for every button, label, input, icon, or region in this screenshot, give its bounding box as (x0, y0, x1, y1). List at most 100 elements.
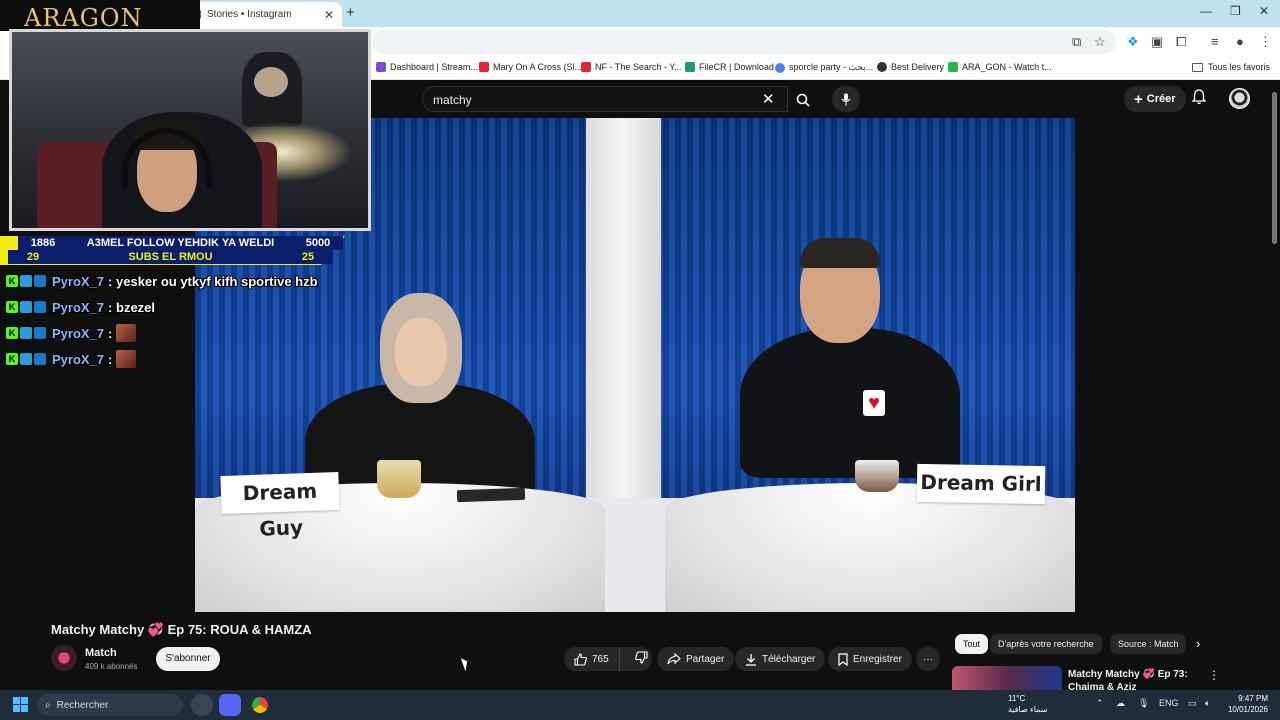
install-app-icon[interactable]: ⧉ (1072, 34, 1081, 50)
dessert-cup-right (855, 460, 899, 492)
download-button[interactable]: Télécharger (735, 647, 826, 671)
webcam-feed (9, 29, 371, 231)
new-tab-button[interactable]: + (346, 4, 355, 21)
chat-username: PyroX_7 (52, 351, 105, 367)
channel-avatar[interactable] (51, 645, 77, 671)
microphone-icon (841, 93, 851, 106)
browser-menu-icon[interactable]: ⋮ (1259, 34, 1272, 50)
gifter-badge-icon (34, 353, 46, 365)
chip-source-channel[interactable]: Source : Match (1110, 634, 1186, 654)
chat-text: bzezel (116, 299, 156, 315)
windows-logo-icon (13, 697, 20, 704)
chat-username: PyroX_7 (52, 273, 105, 289)
screenshot-extension-icon[interactable]: ▣ (1151, 34, 1163, 50)
subscriber-badge-icon (20, 275, 32, 287)
close-window-button[interactable]: ✕ (1259, 4, 1269, 18)
bookmark-label: NF - The Search - Y... (595, 62, 682, 72)
more-vertical-icon[interactable]: ⋮ (1208, 668, 1220, 682)
search-button[interactable] (788, 86, 818, 112)
taskbar-search[interactable]: ⌕ Rechercher (37, 694, 183, 716)
volume-icon[interactable]: 🔈︎ (1205, 698, 1210, 709)
subscribe-button[interactable]: S'abonner (156, 647, 220, 671)
download-label: Télécharger (762, 653, 816, 665)
recommended-video-title[interactable]: Matchy Matchy 💞 Ep 73: Chaima & Aziz (1068, 668, 1198, 690)
subs-goal-text: SUBS EL RMOU (128, 251, 213, 263)
notifications-bell-icon[interactable] (1191, 89, 1207, 108)
profile-icon[interactable]: ● (1236, 34, 1244, 49)
bookmark-star-icon[interactable]: ☆ (1094, 34, 1106, 50)
youtube-favicon-icon (581, 62, 591, 72)
discord-icon[interactable] (219, 694, 241, 716)
scrollbar-thumb[interactable] (1272, 92, 1277, 244)
weather-widget[interactable]: 11°C سماء صافية (990, 693, 1048, 715)
all-bookmarks-button[interactable]: Tous les favoris (1191, 62, 1270, 72)
chat-username: PyroX_7 (52, 325, 105, 341)
extensions-puzzle-icon[interactable]: ⧠ (1176, 34, 1186, 50)
bookmark-item[interactable]: Dashboard | Stream... (376, 62, 478, 72)
tab-instagram-stories[interactable]: Stories • Instagram ✕ (182, 2, 342, 27)
chevron-right-icon[interactable]: › (1196, 636, 1200, 651)
recommended-video-thumbnail[interactable] (952, 666, 1062, 690)
share-button[interactable]: Partager (657, 647, 735, 671)
chip-all[interactable]: Tout (955, 634, 989, 654)
chip-related-search[interactable]: D'après votre recherche (990, 634, 1102, 654)
windows-logo-icon (21, 705, 28, 712)
chat-message: K PyroX_7 : yesker ou ytkyf kifh sportiv… (6, 268, 386, 294)
bookmark-label: Mary On A Cross (Sl... (493, 62, 583, 72)
like-button[interactable]: 765 (564, 647, 620, 671)
wall-poster-face (254, 67, 288, 97)
voice-search-button[interactable] (832, 86, 860, 112)
extension-icon[interactable]: ❖ (1127, 34, 1139, 50)
minimize-window-button[interactable]: — (1200, 4, 1212, 18)
search-input[interactable]: matchy (422, 86, 788, 112)
taskbar-clock[interactable]: 9:47 PM 10/01/2026 (1222, 693, 1268, 715)
follow-goal-row: 1886 A3MEL FOLLOW YEHDIK YA WELDI 5000 (18, 236, 343, 250)
windows-logo-icon (21, 697, 28, 704)
microphone-icon[interactable]: 🎙︎ (1138, 698, 1149, 709)
clear-search-icon[interactable]: ✕ (762, 90, 775, 108)
windows-start-button[interactable] (13, 697, 29, 713)
guest-left-face (395, 318, 447, 386)
bookmark-label: Dashboard | Stream... (390, 62, 478, 72)
kick-badge-icon: K (6, 301, 18, 313)
chat-colon: : (108, 325, 113, 341)
create-button[interactable]: + Créer (1124, 86, 1186, 112)
dislike-button[interactable] (625, 651, 658, 667)
save-label: Enregistrer (853, 653, 902, 665)
address-bar[interactable] (372, 30, 1116, 54)
bookmark-item[interactable]: Best Delivery (877, 62, 944, 72)
screen: Stories • Instagram ✕ + — ❐ ✕ ⧉ ☆ ❖ ▣ ⧠ … (0, 0, 1280, 720)
mouse-cursor (460, 656, 471, 672)
network-icon[interactable]: ▭ (1188, 698, 1197, 709)
tab-title: Stories • Instagram (207, 9, 292, 20)
temperature: 11°C (1008, 694, 1026, 703)
save-button[interactable]: Enregistrer (828, 647, 912, 671)
bookmark-item[interactable]: Mary On A Cross (Sl... (479, 62, 582, 72)
bookmark-item[interactable]: NF - The Search - Y... (581, 62, 682, 72)
cloud-icon[interactable]: ☁ (1116, 698, 1125, 709)
chat-message: K PyroX_7 : (6, 346, 386, 372)
bookmark-item[interactable]: FileCR | Download (685, 62, 774, 72)
kick-badge-icon: K (6, 353, 18, 365)
more-actions-button[interactable]: ··· (916, 647, 940, 671)
chat-username: PyroX_7 (52, 299, 105, 315)
chat-colon: : (108, 351, 113, 367)
media-controls-icon[interactable]: ≡ (1211, 34, 1219, 49)
channel-name[interactable]: Match (85, 647, 117, 659)
chrome-icon[interactable] (249, 694, 271, 716)
bookmark-item[interactable]: ARA_GON - Watch t... (948, 62, 1052, 72)
chat-colon: : (108, 273, 116, 289)
account-avatar[interactable] (1229, 88, 1250, 109)
restore-window-button[interactable]: ❐ (1230, 4, 1241, 18)
kick-badge-icon: K (6, 327, 18, 339)
create-label: Créer (1146, 93, 1176, 105)
language-indicator[interactable]: ENG (1159, 698, 1179, 708)
bookmark-item[interactable]: sporcle party - بحث... (775, 62, 873, 73)
gifter-badge-icon (34, 275, 46, 287)
follow-current: 1886 (30, 237, 56, 249)
task-view-icon[interactable] (191, 694, 213, 716)
tray-chevron-up-icon[interactable]: ⌃ (1096, 698, 1104, 709)
google-favicon-icon (775, 62, 785, 73)
tab-close-icon[interactable]: ✕ (324, 8, 334, 22)
like-count: 765 (592, 653, 609, 665)
